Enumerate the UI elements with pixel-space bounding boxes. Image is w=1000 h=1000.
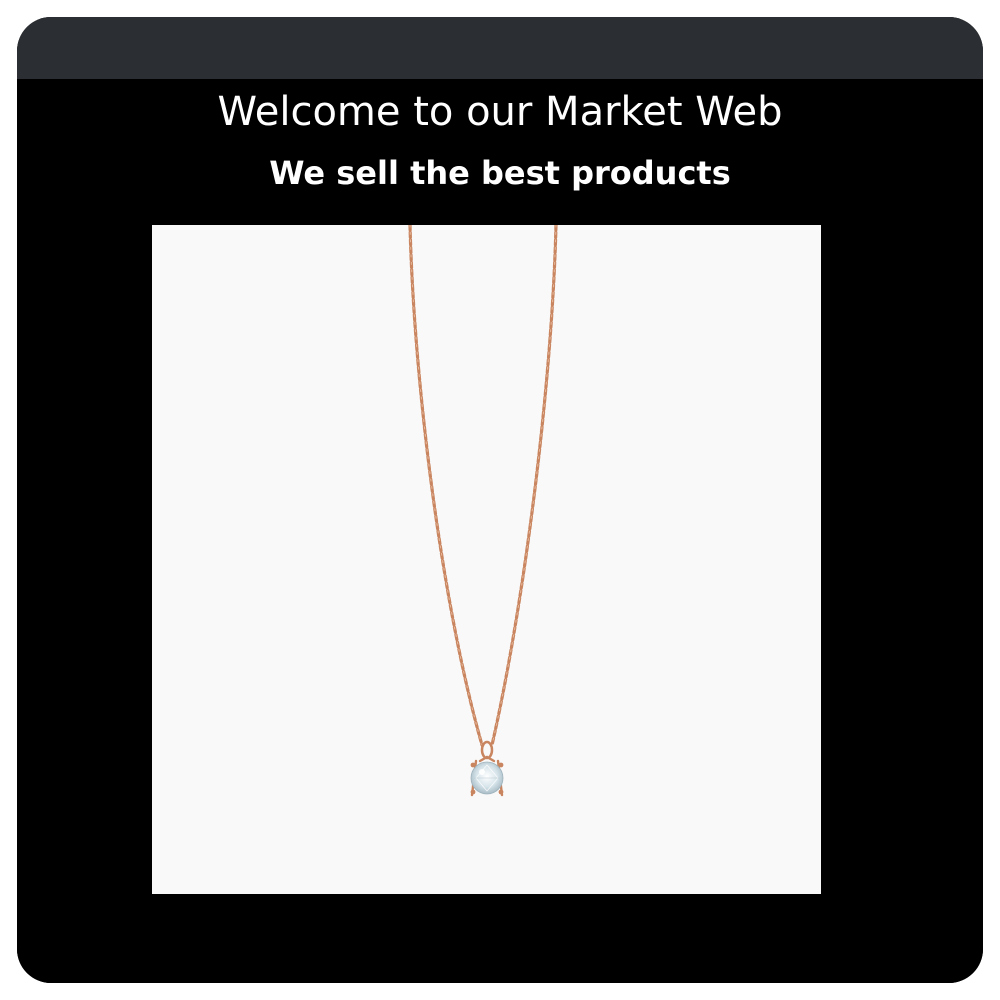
browser-window: Welcome to our Market Web We sell the be… — [17, 17, 983, 983]
necklace-illustration — [408, 225, 558, 797]
page-content: Welcome to our Market Web We sell the be… — [17, 79, 983, 983]
chain-right — [490, 225, 558, 747]
chain-left — [408, 225, 484, 747]
diamond-icon — [470, 761, 504, 795]
product-image — [152, 225, 821, 894]
pendant-bail — [480, 740, 494, 760]
page-title: Welcome to our Market Web — [217, 89, 783, 135]
window-titlebar — [17, 17, 983, 79]
page-subtitle: We sell the best products — [269, 154, 731, 192]
